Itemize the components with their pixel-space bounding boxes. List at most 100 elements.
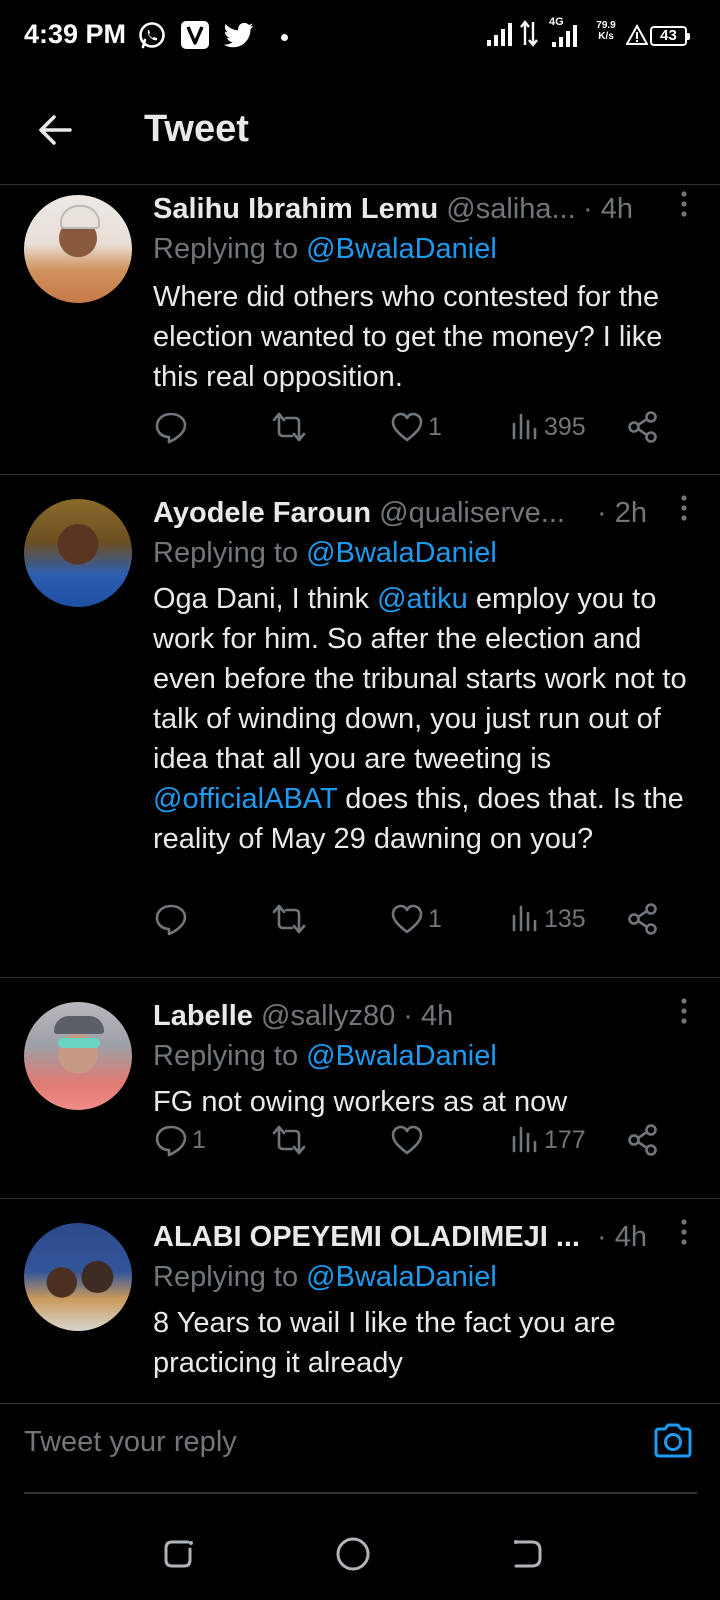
vpn-v-icon [180, 20, 210, 50]
share-button[interactable] [626, 1118, 660, 1162]
avatar[interactable] [24, 1223, 132, 1331]
mention-link[interactable]: @BwalaDaniel [306, 537, 497, 569]
reply-tweet[interactable]: Salihu Ibrahim Lemu @saliha... · 4h Repl… [0, 185, 720, 475]
tweet-text: Oga Dani, I think @atiku employ you to w… [153, 583, 687, 855]
share-icon [628, 411, 657, 443]
home-button[interactable] [333, 1534, 373, 1574]
page-title: Tweet [144, 108, 249, 150]
replying-to: Replying to @BwalaDaniel [153, 537, 497, 569]
more-vertical-icon [681, 998, 687, 1024]
tweet-time: · 4h [583, 193, 633, 225]
camera-button[interactable] [652, 1420, 694, 1462]
twitter-icon [224, 20, 254, 50]
recent-apps-icon [164, 1540, 193, 1568]
replying-to: Replying to @BwalaDaniel [153, 1040, 497, 1072]
retweet-button[interactable] [271, 405, 311, 449]
comment-icon [155, 412, 187, 444]
tweet-header: Ayodele Faroun @qualiserve... · 2h [153, 497, 700, 535]
author-handle[interactable]: @saliha... [446, 193, 575, 225]
comment-icon [155, 1125, 187, 1157]
heart-icon [391, 904, 423, 934]
like-count: 1 [428, 412, 442, 441]
retweet-icon [272, 1125, 306, 1155]
like-count: 1 [428, 904, 442, 933]
system-nav-bar [0, 1510, 720, 1600]
more-vertical-icon [681, 495, 687, 521]
more-options-button[interactable] [670, 996, 698, 1026]
tweet-time: · 4h [597, 1221, 647, 1253]
signal-4g-icon: 4G [547, 14, 583, 50]
share-button[interactable] [626, 405, 660, 449]
views-count: 395 [544, 412, 586, 441]
like-button[interactable]: 1 [390, 897, 442, 941]
mention-link[interactable]: @officialABAT [153, 783, 337, 815]
tweet-time: · 4h [403, 1000, 454, 1032]
views-button[interactable]: 177 [510, 1118, 586, 1162]
reply-composer: Tweet your reply [0, 1404, 720, 1494]
retweet-button[interactable] [271, 897, 311, 941]
tweet-header: Labelle @sallyz80 · 4h [153, 1000, 700, 1038]
author-name[interactable]: ALABI OPEYEMI OLADIMEJI ... [153, 1221, 580, 1253]
views-button[interactable]: 395 [510, 405, 586, 449]
tweet-header: Salihu Ibrahim Lemu @saliha... · 4h [153, 193, 700, 231]
reply-input[interactable]: Tweet your reply [24, 1414, 604, 1470]
notification-dot [281, 34, 288, 41]
avatar[interactable] [24, 195, 132, 303]
author-handle[interactable]: @sallyz80 [261, 1000, 395, 1032]
composer-divider [24, 1492, 697, 1494]
back-button[interactable] [34, 108, 78, 152]
arrow-left-icon [39, 115, 72, 145]
reply-tweet[interactable]: Labelle @sallyz80 · 4h Replying to @Bwal… [0, 978, 720, 1199]
network-speed: 79.9 K/s [596, 20, 616, 42]
status-time: 4:39 PM [24, 19, 127, 49]
more-options-button[interactable] [670, 493, 698, 523]
avatar[interactable] [24, 1002, 132, 1110]
recent-apps-button[interactable] [160, 1534, 200, 1574]
analytics-icon [512, 1126, 537, 1153]
tweet-actions: 1 395 [0, 405, 720, 449]
reply-button[interactable] [154, 405, 192, 449]
camera-icon [654, 1423, 692, 1458]
mention-link[interactable]: @atiku [377, 583, 468, 615]
whatsapp-icon [137, 20, 167, 50]
views-button[interactable]: 135 [510, 897, 586, 941]
back-nav-button[interactable] [508, 1534, 548, 1574]
home-circle-icon [336, 1537, 370, 1571]
mention-link[interactable]: @BwalaDaniel [306, 1040, 497, 1072]
top-header: Tweet [0, 74, 720, 185]
share-button[interactable] [626, 897, 660, 941]
author-name[interactable]: Labelle [153, 1000, 253, 1032]
author-name[interactable]: Ayodele Faroun [153, 497, 371, 529]
reply-count: 1 [192, 1125, 206, 1154]
svg-text:4G: 4G [549, 16, 564, 28]
reply-button[interactable] [154, 897, 192, 941]
mention-link[interactable]: @BwalaDaniel [306, 233, 497, 265]
more-options-button[interactable] [670, 1217, 698, 1247]
like-button[interactable]: 1 [390, 405, 442, 449]
reply-tweet[interactable]: ALABI OPEYEMI OLADIMEJI ... · 4h Replyin… [0, 1199, 720, 1404]
tweet-text: Where did others who contested for the e… [153, 281, 663, 393]
author-name[interactable]: Salihu Ibrahim Lemu [153, 193, 438, 225]
replying-to: Replying to @BwalaDaniel [153, 1261, 497, 1293]
more-vertical-icon [681, 191, 687, 217]
reply-button[interactable]: 1 [154, 1118, 206, 1162]
analytics-icon [512, 413, 537, 440]
reply-tweet[interactable]: Ayodele Faroun @qualiserve... · 2h Reply… [0, 475, 720, 978]
data-arrows-icon [519, 18, 539, 48]
heart-icon [391, 1125, 423, 1155]
tweet-actions: 1 177 [0, 1118, 720, 1162]
status-bar: 4:39 PM 4G 79.9 K/s 43 [0, 0, 720, 74]
author-handle[interactable]: @qualiserve... [379, 497, 565, 529]
tweet-text: FG not owing workers as at now [153, 1086, 568, 1118]
more-options-button[interactable] [670, 189, 698, 219]
views-count: 177 [544, 1125, 586, 1154]
tweet-header: ALABI OPEYEMI OLADIMEJI ... · 4h [153, 1221, 700, 1259]
avatar[interactable] [24, 499, 132, 607]
views-count: 135 [544, 904, 586, 933]
tweet-time: · 2h [597, 497, 647, 529]
mention-link[interactable]: @BwalaDaniel [306, 1261, 497, 1293]
more-vertical-icon [681, 1219, 687, 1245]
like-button[interactable] [390, 1118, 428, 1162]
retweet-button[interactable] [271, 1118, 311, 1162]
retweet-icon [272, 904, 306, 934]
